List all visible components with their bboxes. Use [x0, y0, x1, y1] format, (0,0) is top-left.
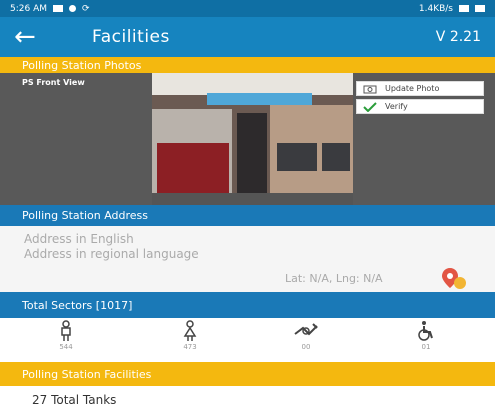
section-header-facilities: Polling Station Facilities [0, 362, 495, 386]
photos-header-label: Polling Station Photos [22, 58, 142, 72]
app-bar: ← Facilities V 2.21 [0, 17, 495, 57]
sync-icon: ⟳ [82, 3, 90, 14]
third-gender-count: 00 [301, 343, 311, 351]
facilities-header-label: Polling Station Facilities [22, 367, 152, 381]
verify-label: Verify [385, 102, 408, 111]
photo-area: PS Front View Update Photo Verify [0, 73, 495, 205]
back-arrow-icon[interactable]: ← [14, 24, 48, 50]
message-icon [53, 5, 63, 12]
ps-front-view-label: PS Front View [22, 78, 85, 87]
section-header-sectors: Total Sectors [1017] [0, 292, 495, 318]
male-count: 544 [59, 343, 73, 351]
section-header-photos: Polling Station Photos [0, 57, 495, 73]
version-label: V 2.21 [435, 29, 481, 45]
polling-station-photo[interactable] [152, 73, 353, 205]
page-title: Facilities [92, 27, 170, 47]
verify-button[interactable]: Verify [356, 99, 484, 114]
sector-male: 544 [46, 320, 86, 351]
update-photo-button[interactable]: Update Photo [356, 81, 484, 96]
sectors-header-label: Total Sectors [1017] [22, 298, 133, 312]
wheelchair-icon [418, 321, 433, 341]
section-header-address: Polling Station Address [0, 205, 495, 226]
status-time: 5:26 AM [10, 3, 47, 14]
network-speed: 1.4KB/s [418, 3, 453, 14]
battery-icon [475, 5, 485, 12]
map-pin-icon[interactable] [440, 266, 468, 290]
third-gender-icon [294, 323, 318, 336]
female-icon [183, 320, 197, 341]
signal-icon [459, 5, 469, 12]
update-photo-label: Update Photo [385, 84, 440, 93]
status-bar: 5:26 AM ⟳ 1.4KB/s [0, 0, 495, 17]
sector-female: 473 [170, 320, 210, 351]
male-icon [61, 320, 71, 341]
female-count: 473 [183, 343, 197, 351]
sector-pwd: 01 [406, 320, 446, 351]
address-english: Address in English [24, 232, 134, 246]
notification-icon [69, 5, 76, 12]
checkmark-icon [363, 101, 377, 112]
camera-icon [363, 85, 377, 93]
sectors-row: 544 473 00 01 [0, 318, 495, 362]
address-regional: Address in regional language [24, 247, 199, 261]
facilities-list: 27 Total Tanks [0, 388, 495, 407]
lat-lng-readout: Lat: N/A, Lng: N/A [285, 272, 383, 285]
pwd-count: 01 [421, 343, 431, 351]
address-header-label: Polling Station Address [22, 209, 149, 222]
address-panel: Address in English Address in regional l… [0, 226, 495, 292]
sector-third-gender: 00 [286, 320, 326, 351]
